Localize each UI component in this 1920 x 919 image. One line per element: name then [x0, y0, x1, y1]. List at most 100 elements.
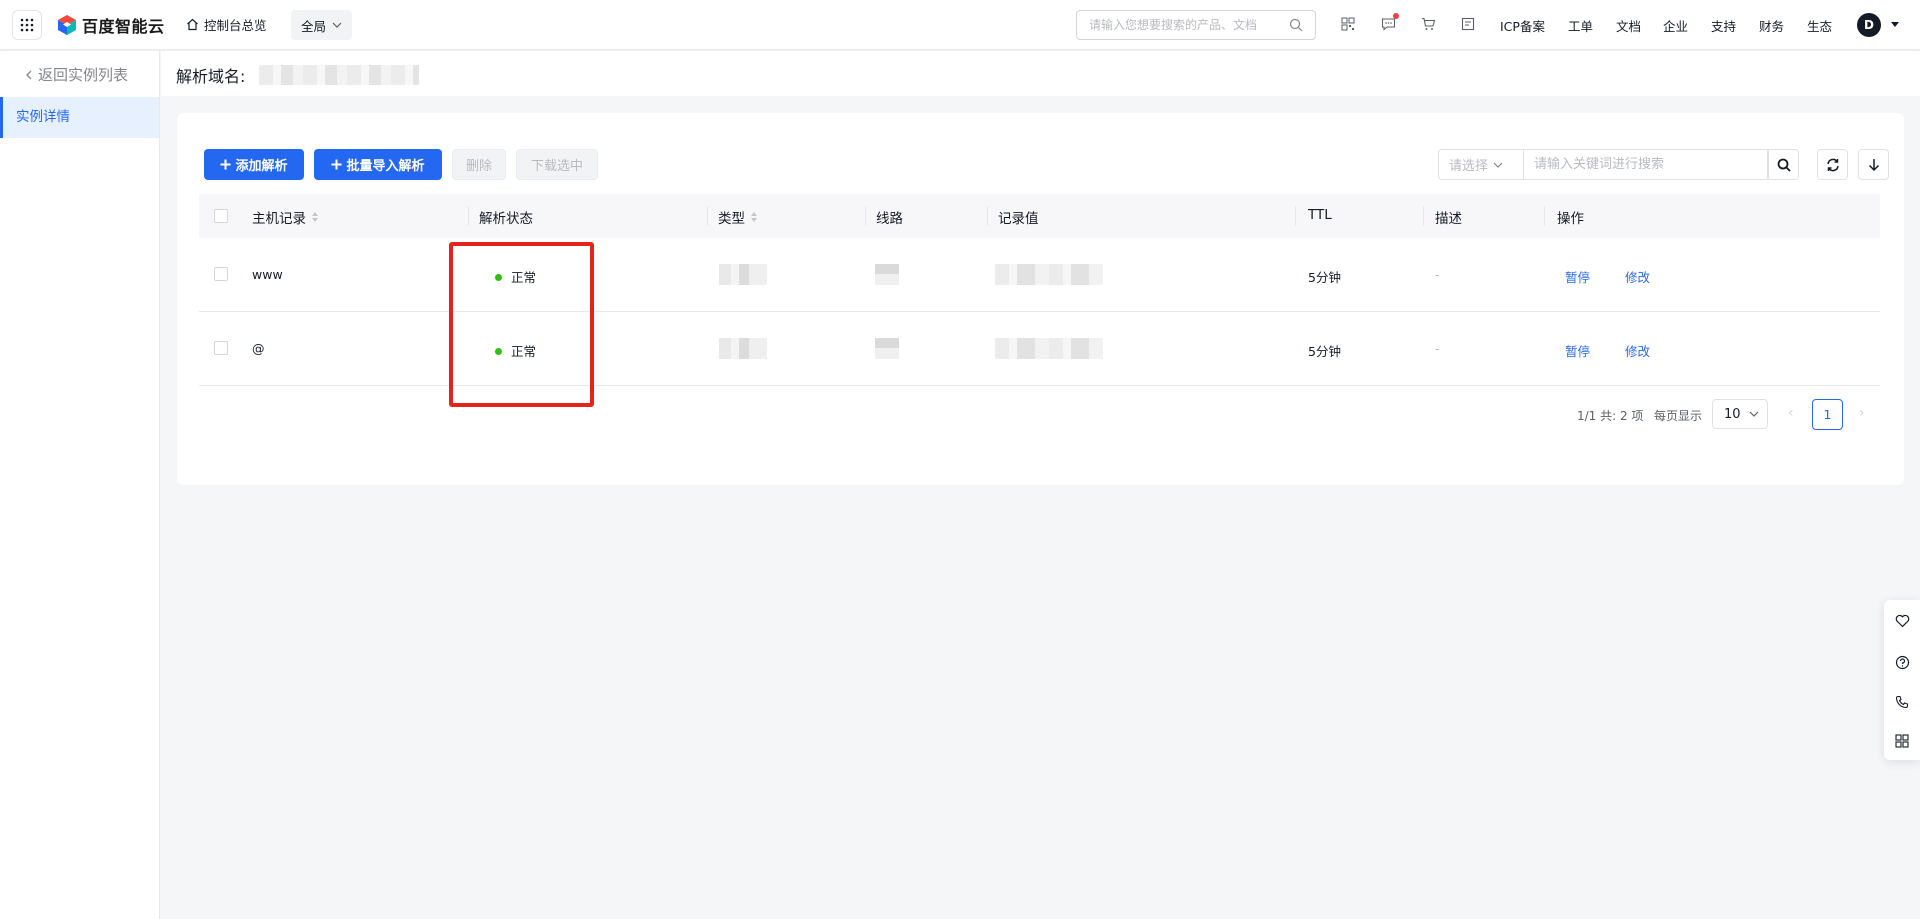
keyword-search-input[interactable] [1524, 150, 1767, 179]
refresh-icon [1826, 158, 1839, 171]
apps-grid-button[interactable] [12, 10, 42, 40]
column-value: 记录值 [998, 207, 1039, 227]
bill-icon [1461, 17, 1475, 31]
global-search-input[interactable] [1077, 11, 1277, 39]
page-number-button[interactable]: 1 [1812, 399, 1843, 430]
heart-icon [1895, 614, 1909, 628]
column-ttl-label: TTL [1308, 207, 1332, 223]
pagination-info: 1/1 共: 2 项 [1577, 409, 1644, 423]
qrcode-button[interactable] [1339, 15, 1357, 33]
column-description-label: 描述 [1435, 211, 1462, 227]
records-table: 主机记录 解析状态 类型 线路 记录值 TTL 描述 操作 www 正常 5分钟… [199, 194, 1880, 386]
status-text: 正常 [511, 270, 537, 285]
region-label: 全局 [301, 18, 327, 34]
grid-icon [1895, 734, 1909, 748]
favorite-button[interactable] [1893, 612, 1911, 630]
chevron-down-icon [1749, 411, 1758, 417]
column-host[interactable]: 主机记录 [252, 207, 318, 227]
chevron-down-icon [332, 22, 342, 28]
search-icon[interactable] [1289, 18, 1303, 32]
next-page-icon[interactable]: › [1859, 405, 1865, 421]
row-checkbox[interactable] [214, 267, 228, 281]
page-size-select[interactable]: 10 [1712, 399, 1768, 429]
column-type[interactable]: 类型 [718, 207, 757, 227]
search-icon [1777, 158, 1791, 172]
column-divider [1423, 206, 1424, 226]
download-icon [1868, 158, 1879, 171]
phone-button[interactable] [1893, 693, 1911, 711]
pause-link[interactable]: 暂停 [1565, 341, 1590, 360]
apps-icon [20, 18, 34, 32]
caret-down-icon[interactable] [1891, 22, 1899, 27]
message-button[interactable] [1379, 13, 1399, 33]
cart-icon [1421, 17, 1435, 30]
status-dot-icon [495, 348, 502, 355]
select-all-checkbox[interactable] [214, 209, 228, 223]
nav-docs[interactable]: 文档 [1616, 16, 1641, 35]
page-header: 解析域名: [161, 51, 1920, 96]
left-sidebar: 返回实例列表 实例详情 [0, 51, 160, 919]
qrcode-icon [1341, 17, 1355, 31]
delete-button[interactable]: 删除 [452, 149, 506, 180]
sort-icon[interactable] [751, 212, 757, 222]
home-icon [187, 18, 198, 31]
help-button[interactable] [1893, 653, 1911, 671]
chevron-down-icon [1493, 162, 1503, 168]
download-selected-button[interactable]: 下载选中 [516, 149, 598, 180]
add-record-button[interactable]: 添加解析 [204, 149, 304, 180]
row-checkbox[interactable] [214, 341, 228, 355]
more-apps-button[interactable] [1893, 732, 1911, 750]
phone-icon [1895, 695, 1909, 709]
download-button[interactable] [1858, 149, 1889, 180]
redacted-type [719, 338, 767, 359]
table-header: 主机记录 解析状态 类型 线路 记录值 TTL 描述 操作 [199, 194, 1880, 238]
redacted-line [875, 338, 899, 359]
floating-toolbar [1884, 600, 1920, 760]
nav-support[interactable]: 支持 [1711, 16, 1736, 35]
brand-logo[interactable]: 百度智能云 [57, 13, 165, 37]
status-text: 正常 [511, 344, 537, 359]
message-icon [1381, 18, 1395, 31]
column-status: 解析状态 [479, 207, 533, 227]
column-divider [1544, 206, 1545, 226]
column-value-label: 记录值 [998, 211, 1039, 227]
column-line-label: 线路 [876, 211, 903, 227]
pause-link[interactable]: 暂停 [1565, 267, 1590, 286]
nav-icp[interactable]: ICP备案 [1500, 16, 1545, 35]
edit-link[interactable]: 修改 [1625, 267, 1650, 286]
nav-finance[interactable]: 财务 [1759, 16, 1784, 35]
plus-icon [220, 159, 231, 170]
column-divider [468, 206, 469, 226]
console-home-label: 控制台总览 [204, 18, 267, 33]
column-ttl: TTL [1308, 207, 1332, 223]
batch-import-button[interactable]: 批量导入解析 [314, 149, 442, 180]
filter-field-select[interactable]: 请选择 [1438, 149, 1523, 180]
refresh-button[interactable] [1817, 149, 1848, 180]
column-line: 线路 [876, 207, 903, 227]
sort-icon[interactable] [312, 212, 318, 222]
user-avatar[interactable]: D [1857, 13, 1881, 37]
column-divider [1295, 206, 1296, 226]
prev-page-icon[interactable]: ‹ [1788, 405, 1794, 421]
top-navigation-bar: 百度智能云 控制台总览 全局 ICP备案 工单 文档 企业 支持 财务 生态 D [0, 0, 1920, 50]
nav-ecosystem[interactable]: 生态 [1807, 16, 1832, 35]
baidu-cloud-logo-icon [58, 15, 76, 35]
column-actions: 操作 [1557, 207, 1584, 227]
sidebar-item-instance-details[interactable]: 实例详情 [0, 97, 159, 138]
nav-ticket[interactable]: 工单 [1568, 16, 1593, 35]
column-actions-label: 操作 [1557, 211, 1584, 227]
page-title: 解析域名: [176, 63, 420, 87]
bill-button[interactable] [1459, 15, 1477, 33]
keyword-search-button[interactable] [1768, 149, 1799, 180]
table-row: @ 正常 5分钟 - 暂停 修改 [199, 312, 1880, 386]
back-to-instances-link[interactable]: 返回实例列表 [26, 64, 128, 85]
batch-import-label: 批量导入解析 [346, 159, 425, 174]
region-selector[interactable]: 全局 [291, 10, 353, 40]
column-divider [987, 206, 988, 226]
redacted-value [995, 264, 1103, 285]
console-home-link[interactable]: 控制台总览 [186, 15, 267, 34]
records-card: 添加解析 批量导入解析 删除 下载选中 请选择 主机记录 解析状态 [177, 113, 1904, 485]
edit-link[interactable]: 修改 [1625, 341, 1650, 360]
cart-button[interactable] [1419, 15, 1437, 33]
nav-enterprise[interactable]: 企业 [1663, 16, 1688, 35]
